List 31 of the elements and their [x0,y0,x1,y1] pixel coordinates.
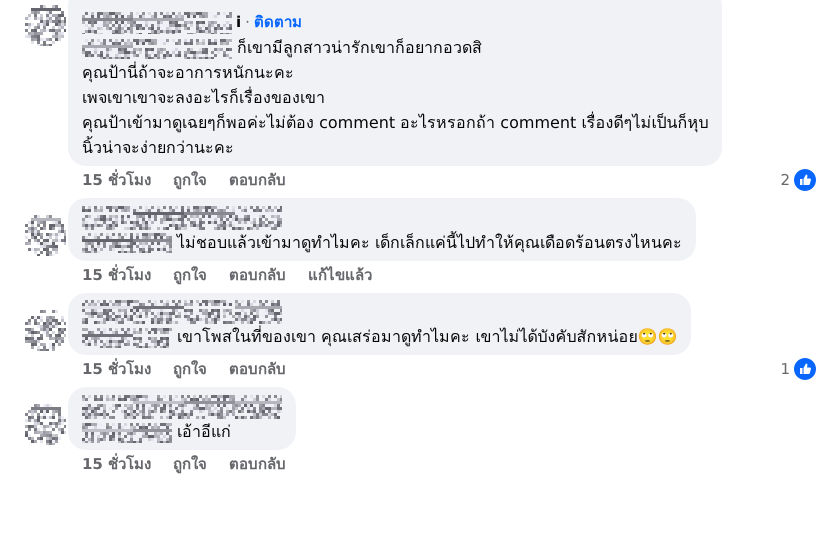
action-link[interactable]: ถูกใจ [173,357,208,382]
follow-link[interactable]: ติดตาม [254,10,302,35]
separator: · [245,12,250,33]
avatar-drawing [22,2,66,46]
action-link[interactable]: ถูกใจ [173,262,208,287]
comment-text: ก็เขามีลูกสาวน่ารักเขาก็อยากอวดสิ [237,38,482,57]
comment-text: เพจเขาเขาจะลงอะไรก็เรื่องของเขา [82,88,325,107]
like-count: 1 [780,360,790,378]
comment-text: คุณป้านี่ถ้าจะอาการหนักนะคะ [82,63,294,82]
action-link[interactable]: ตอบกลับ [229,357,286,382]
comment-time[interactable]: 15 ชั่วโมง [82,357,152,382]
action-link[interactable]: ถูกใจ [173,452,208,476]
comment-text: คุณป้าเข้ามาดูเฉยๆก็พอค่ะไม่ต้อง comment อะไรหรอกถ้า comment เรื่องดีๆไม่เป็นก็หุบ [82,113,708,132]
comment-time[interactable]: 15 ชั่วโมง [82,168,152,192]
comment-text: ไม่ชอบแล้วเข้ามาดูทำไมคะ เด็กเล็กแค่นี้ไปทำให้คุณเดือดร้อนตรงไหนคะ [177,232,682,252]
edited-label: แก้ไขแล้ว [308,264,372,286]
like-icon [794,358,816,380]
like-icon [794,169,816,191]
comment-text: เขาโพสในที่ของเขา คุณเสร่อมาดูทำไมคะ เขาไม่ได้บังคับสักหน่อย🙄🙄 [177,327,678,346]
action-link[interactable]: ตอบกลับ [229,452,286,476]
action-link[interactable]: ตอบกลับ [229,168,286,192]
name-fragment: i [236,12,242,33]
comment-text: เอ้าอีแก่ [177,422,232,441]
comment-time[interactable]: 15 ชั่วโมง [82,452,152,476]
action-link[interactable]: ถูกใจ [173,168,208,192]
like-count: 2 [780,171,790,189]
action-link[interactable]: ตอบกลับ [229,262,286,287]
avatar-drawing [22,212,66,256]
comment-text: นิ้วน่าจะง่ายกว่านะคะ [82,138,234,157]
comment-time[interactable]: 15 ชั่วโมง [82,262,152,287]
avatar-drawing [22,401,66,446]
